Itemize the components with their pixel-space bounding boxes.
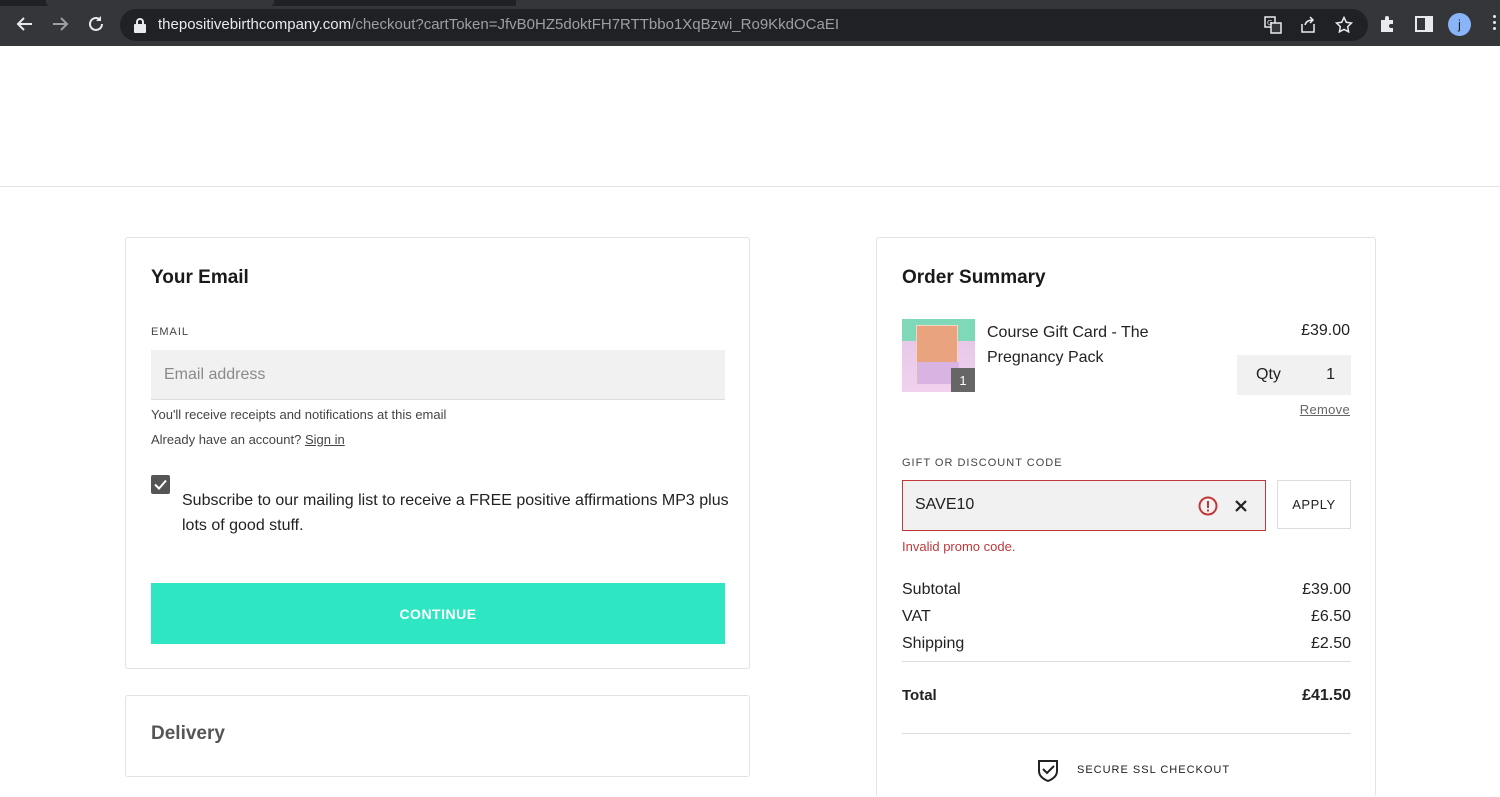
- vat-value: £6.50: [1310, 608, 1351, 625]
- subscribe-label: Subscribe to our mailing list to receive…: [182, 492, 729, 534]
- side-panel-icon[interactable]: [1414, 14, 1434, 34]
- secure-checkout-label: SECURE SSL CHECKOUT: [1077, 764, 1231, 776]
- email-label: EMAIL: [151, 326, 190, 338]
- qty-label: Qty: [1256, 366, 1281, 383]
- shipping-label: Shipping: [902, 635, 965, 652]
- continue-button[interactable]: CONTINUE: [151, 583, 725, 644]
- discount-code-value: SAVE10: [915, 496, 975, 513]
- summary-bottom-divider: [902, 733, 1351, 734]
- active-tab[interactable]: [46, 0, 274, 6]
- clear-code-icon[interactable]: [1234, 499, 1248, 513]
- email-section-card: Your Email EMAIL You'll receive receipts…: [125, 237, 750, 669]
- profile-avatar[interactable]: j: [1448, 13, 1471, 36]
- svg-text:G: G: [1267, 19, 1272, 27]
- vat-label: VAT: [902, 608, 931, 625]
- url-host: thepositivebirthcompany.com: [158, 16, 352, 33]
- subtotal-row: Subtotal £39.00: [902, 581, 1351, 599]
- total-label: Total: [902, 687, 937, 704]
- lock-icon[interactable]: [133, 17, 147, 33]
- order-summary-title: Order Summary: [902, 267, 1046, 288]
- product-thumbnail: 1: [902, 319, 975, 392]
- account-prompt: Already have an account? Sign in: [151, 432, 345, 447]
- tab-strip-area: [516, 0, 1500, 6]
- address-bar[interactable]: thepositivebirthcompany.com/checkout?car…: [120, 9, 1368, 41]
- back-arrow-icon[interactable]: [13, 12, 37, 36]
- quantity-badge: 1: [951, 368, 975, 392]
- discount-code-input[interactable]: SAVE10: [902, 480, 1266, 531]
- vat-row: VAT £6.50: [902, 608, 1351, 626]
- secure-checkout-badge: SECURE SSL CHECKOUT: [1037, 758, 1230, 782]
- shipping-value: £2.50: [1310, 635, 1351, 652]
- receipt-note: You'll receive receipts and notification…: [151, 407, 447, 422]
- apply-code-button[interactable]: APPLY: [1277, 480, 1351, 529]
- total-value: £41.50: [1302, 687, 1351, 704]
- shield-check-icon: [1038, 760, 1058, 782]
- order-summary-card: Order Summary 1 Course Gift Card - The P…: [876, 237, 1376, 797]
- forward-arrow-icon[interactable]: [48, 12, 72, 36]
- url-path: /checkout?cartToken=JfvB0HZ5doktFH7RTTbb…: [351, 16, 840, 33]
- account-prompt-text: Already have an account?: [151, 432, 302, 447]
- browser-toolbar: thepositivebirthcompany.com/checkout?car…: [0, 0, 1500, 46]
- email-section-title: Your Email: [151, 267, 249, 288]
- product-name: Course Gift Card - The Pregnancy Pack: [987, 324, 1149, 366]
- product-price: £39.00: [1301, 322, 1350, 339]
- tab-strip: [0, 0, 1500, 6]
- subtotal-value: £39.00: [1302, 581, 1351, 598]
- remove-item-link[interactable]: Remove: [1300, 402, 1350, 417]
- total-row: Total £41.50: [902, 687, 1351, 704]
- browser-menu-icon[interactable]: [1491, 15, 1497, 33]
- subscribe-checkbox[interactable]: [151, 475, 170, 494]
- discount-code-label: GIFT OR DISCOUNT CODE: [902, 457, 1063, 469]
- delivery-section-card[interactable]: Delivery: [125, 695, 750, 777]
- share-icon[interactable]: [1299, 16, 1317, 34]
- delivery-section-title: Delivery: [151, 723, 225, 744]
- error-alert-icon: [1198, 496, 1218, 516]
- qty-value: 1: [1326, 366, 1335, 383]
- email-input[interactable]: [151, 350, 725, 400]
- url-text[interactable]: thepositivebirthcompany.com/checkout?car…: [158, 16, 839, 33]
- translate-icon[interactable]: G: [1264, 16, 1282, 34]
- checkmark-icon: [154, 479, 167, 490]
- extensions-puzzle-icon[interactable]: [1378, 14, 1398, 34]
- sign-in-link[interactable]: Sign in: [305, 432, 345, 447]
- totals-divider: [902, 661, 1351, 662]
- subtotal-label: Subtotal: [902, 581, 961, 598]
- shipping-row: Shipping £2.50: [902, 635, 1351, 653]
- quantity-selector[interactable]: Qty 1: [1237, 355, 1351, 395]
- promo-error-message: Invalid promo code.: [902, 539, 1016, 554]
- bookmark-star-icon[interactable]: [1335, 16, 1353, 34]
- reload-icon[interactable]: [84, 12, 108, 36]
- header-divider: [0, 186, 1500, 187]
